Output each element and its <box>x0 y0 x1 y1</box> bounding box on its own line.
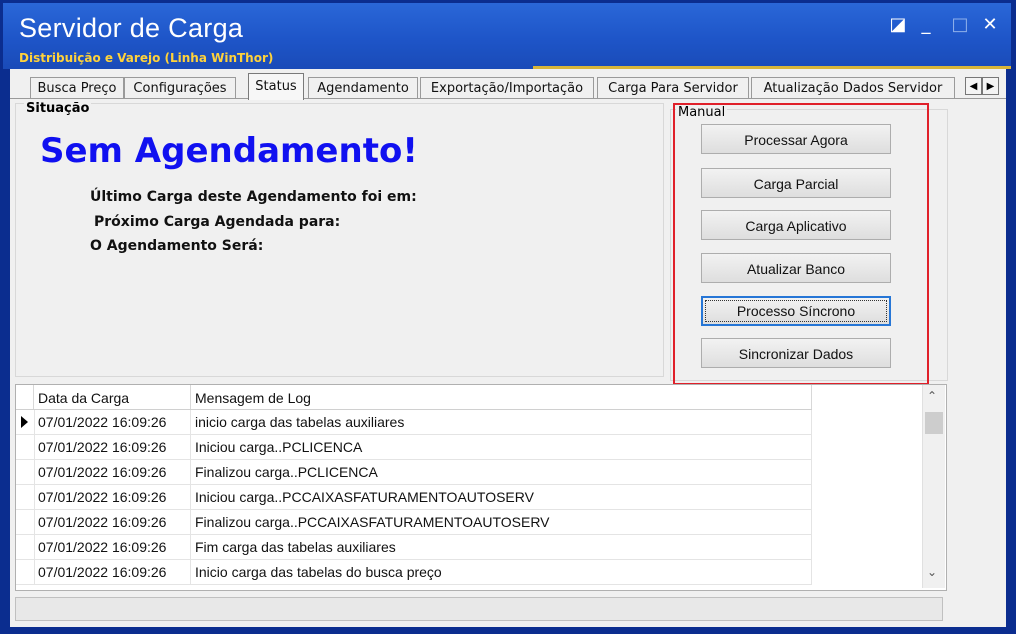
log-date-cell: 07/01/2022 16:09:26 <box>34 485 191 509</box>
tab-carga-para-servidor[interactable]: Carga Para Servidor <box>597 77 749 99</box>
log-scrollbar[interactable]: ⌃ ⌄ <box>922 385 945 588</box>
row-indicator <box>16 535 35 559</box>
log-date-cell: 07/01/2022 16:09:26 <box>34 510 191 534</box>
scroll-thumb[interactable] <box>925 412 943 434</box>
row-indicator <box>16 435 35 459</box>
table-row[interactable]: 07/01/2022 16:09:26 Iniciou carga..PCCAI… <box>16 485 812 510</box>
schedule-status: Sem Agendamento! <box>40 131 418 171</box>
status-bar <box>15 597 943 621</box>
table-row[interactable]: 07/01/2022 16:09:26 inicio carga das tab… <box>16 410 812 435</box>
close-button[interactable]: ✕ <box>979 15 1001 35</box>
row-indicator <box>16 410 35 434</box>
tab-configuracoes[interactable]: Configurações <box>124 77 236 99</box>
tab-busca-preco[interactable]: Busca Preço <box>30 77 124 99</box>
situacao-label: Situação <box>24 101 92 116</box>
table-row[interactable]: 07/01/2022 16:09:26 Fim carga das tabela… <box>16 535 812 560</box>
log-message-cell: Inicio carga das tabelas do busca preço <box>191 560 812 584</box>
row-indicator <box>16 560 35 584</box>
scroll-down-icon[interactable]: ⌄ <box>927 565 937 579</box>
table-row[interactable]: 07/01/2022 16:09:26 Iniciou carga..PCLIC… <box>16 435 812 460</box>
last-load-label: Último Carga deste Agendamento foi em: <box>90 189 417 205</box>
log-message-cell: Fim carga das tabelas auxiliares <box>191 535 812 559</box>
focus-rect <box>705 300 887 322</box>
row-indicator <box>16 510 35 534</box>
maximize-button[interactable]: □ <box>949 15 971 35</box>
restore-icon[interactable]: ◪ <box>887 15 909 35</box>
schedule-will-be-label: O Agendamento Será: <box>90 238 264 254</box>
log-message-cell: Finalizou carga..PCCAIXASFATURAMENTOAUTO… <box>191 510 812 534</box>
tab-scroll-left-icon[interactable]: ◀ <box>965 77 982 95</box>
tab-status[interactable]: Status <box>248 73 304 100</box>
next-load-label: Próximo Carga Agendada para: <box>94 214 341 230</box>
log-date-cell: 07/01/2022 16:09:26 <box>34 410 191 434</box>
window-title: Servidor de Carga <box>19 13 244 43</box>
log-date-cell: 07/01/2022 16:09:26 <box>34 535 191 559</box>
log-message-cell: Iniciou carga..PCCAIXASFATURAMENTOAUTOSE… <box>191 485 812 509</box>
table-row[interactable]: 07/01/2022 16:09:26 Finalizou carga..PCC… <box>16 510 812 535</box>
scroll-up-icon[interactable]: ⌃ <box>927 389 937 403</box>
log-grid-header: Data da Carga Mensagem de Log <box>16 385 812 410</box>
app-window: Servidor de Carga Distribuição e Varejo … <box>0 0 1016 634</box>
log-date-cell: 07/01/2022 16:09:26 <box>34 460 191 484</box>
log-message-cell: Iniciou carga..PCLICENCA <box>191 435 812 459</box>
atualizar-banco-button[interactable]: Atualizar Banco <box>701 253 891 283</box>
log-grid[interactable]: Data da Carga Mensagem de Log 07/01/2022… <box>15 384 947 591</box>
header-indicator <box>16 385 34 409</box>
log-message-cell: inicio carga das tabelas auxiliares <box>191 410 812 434</box>
processo-sincrono-button[interactable]: Processo Síncrono <box>701 296 891 326</box>
row-indicator <box>16 485 35 509</box>
current-row-arrow-icon <box>21 416 28 428</box>
minimize-button[interactable]: _ <box>915 15 937 35</box>
tab-scroll-right-icon[interactable]: ▶ <box>982 77 999 95</box>
tab-strip: Busca Preço Configurações Status Agendam… <box>10 73 1006 100</box>
log-date-cell: 07/01/2022 16:09:26 <box>34 435 191 459</box>
log-message-cell: Finalizou carga..PCLICENCA <box>191 460 812 484</box>
column-header-message[interactable]: Mensagem de Log <box>191 385 812 409</box>
log-date-cell: 07/01/2022 16:09:26 <box>34 560 191 584</box>
carga-parcial-button[interactable]: Carga Parcial <box>701 168 891 198</box>
table-row[interactable]: 07/01/2022 16:09:26 Finalizou carga..PCL… <box>16 460 812 485</box>
tab-atualizacao-dados-servidor[interactable]: Atualização Dados Servidor <box>751 77 955 99</box>
table-row[interactable]: 07/01/2022 16:09:26 Inicio carga das tab… <box>16 560 812 585</box>
tab-agendamento[interactable]: Agendamento <box>308 77 418 99</box>
window-subtitle: Distribuição e Varejo (Linha WinThor) <box>19 51 274 65</box>
column-header-date[interactable]: Data da Carga <box>34 385 191 409</box>
row-indicator <box>16 460 35 484</box>
tab-exportacao-importacao[interactable]: Exportação/Importação <box>420 77 594 99</box>
title-bar[interactable]: Servidor de Carga Distribuição e Varejo … <box>3 3 1011 69</box>
sincronizar-dados-button[interactable]: Sincronizar Dados <box>701 338 891 368</box>
client-area: Busca Preço Configurações Status Agendam… <box>10 69 1006 627</box>
processar-agora-button[interactable]: Processar Agora <box>701 124 891 154</box>
carga-aplicativo-button[interactable]: Carga Aplicativo <box>701 210 891 240</box>
